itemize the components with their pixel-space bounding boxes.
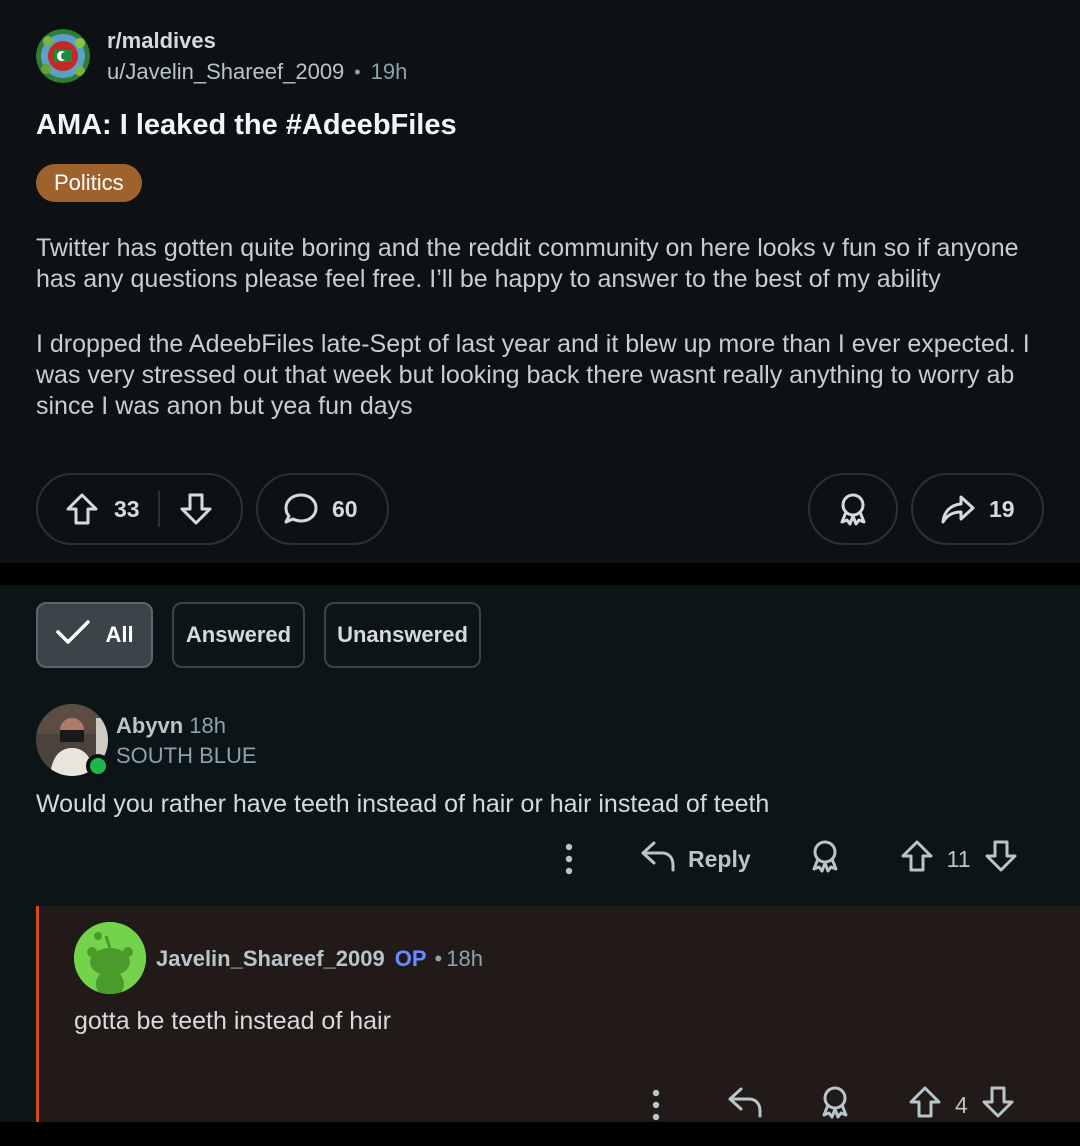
comment-meta: Abyvn 18h (116, 714, 226, 738)
filter-answered[interactable]: Answered (172, 602, 305, 668)
op-badge: OP (394, 946, 427, 971)
upvote-icon[interactable] (899, 838, 935, 880)
filter-unanswered[interactable]: Unanswered (324, 602, 481, 668)
comment-icon (282, 491, 320, 527)
comment-vote-count: 11 (946, 845, 971, 872)
online-indicator (86, 754, 110, 778)
comment-age: 18h (446, 946, 483, 971)
reply-icon (640, 839, 676, 879)
award-icon (835, 491, 871, 527)
vote-divider (157, 491, 160, 527)
meta-separator: • (434, 946, 443, 971)
reply-icon[interactable] (727, 1085, 763, 1125)
comments-button[interactable]: 60 (256, 473, 389, 545)
share-count: 19 (989, 495, 1015, 522)
comment-author[interactable]: Abyvn (116, 713, 183, 738)
meta-separator: • (354, 62, 361, 82)
upvote-icon[interactable] (64, 491, 100, 527)
subreddit-avatar[interactable] (36, 29, 90, 83)
post-body-paragraph: I dropped the AdeebFiles late-Sept of la… (36, 330, 1030, 420)
check-icon (55, 618, 91, 652)
post-card: r/maldives u/Javelin_Shareef_2009 • 19h … (0, 0, 1080, 563)
reply-button[interactable]: Reply (640, 839, 751, 879)
award-icon[interactable] (807, 838, 843, 880)
comment-author[interactable]: Javelin_Shareef_2009 (156, 947, 385, 971)
post-body: Twitter has gotten quite boring and the … (36, 233, 1036, 456)
comment-filters: All Answered Unanswered (36, 602, 500, 668)
comment-age: 18h (189, 713, 226, 738)
more-options-icon[interactable] (552, 843, 586, 875)
avatar[interactable] (74, 922, 146, 994)
reply-comment: Javelin_Shareef_2009 OP • 18h gotta be t… (36, 906, 1080, 1122)
post-vote-count: 33 (114, 495, 140, 522)
downvote-icon[interactable] (178, 491, 214, 527)
bottom-divider (0, 1122, 1080, 1146)
subreddit-name[interactable]: r/maldives (107, 29, 407, 53)
post-title: AMA: I leaked the #AdeebFiles (36, 109, 457, 141)
comment-actions: 4 (639, 1084, 1016, 1126)
award-icon[interactable] (817, 1084, 853, 1126)
comment: Abyvn 18h SOUTH BLUE Would you rather hav… (0, 690, 1080, 906)
post-body-paragraph: Twitter has gotten quite boring and the … (36, 234, 1019, 293)
comment-text: gotta be teeth instead of hair (74, 1007, 391, 1035)
more-options-icon[interactable] (639, 1089, 673, 1121)
downvote-icon[interactable] (980, 1084, 1016, 1126)
downvote-icon[interactable] (983, 838, 1019, 880)
post-author[interactable]: u/Javelin_Shareef_2009 (107, 60, 344, 84)
comment-vote-count: 4 (955, 1091, 968, 1118)
comment-text: Would you rather have teeth instead of h… (36, 790, 770, 818)
filter-all-label: All (105, 622, 134, 647)
user-flair: SOUTH BLUE (116, 743, 257, 768)
post-age: 19h (370, 59, 408, 84)
award-button[interactable] (808, 473, 898, 545)
comment-meta: Javelin_Shareef_2009 OP • 18h (156, 947, 483, 971)
post-header: r/maldives u/Javelin_Shareef_2009 • 19h (36, 29, 407, 84)
reply-label: Reply (688, 845, 751, 872)
share-button[interactable]: 19 (911, 473, 1044, 545)
post-flair[interactable]: Politics (36, 164, 142, 202)
vote-pill: 33 (36, 473, 243, 545)
section-divider (0, 563, 1080, 585)
comment-actions: Reply 11 (552, 838, 1019, 880)
comment-count: 60 (332, 495, 358, 522)
filter-all[interactable]: All (36, 602, 153, 668)
share-icon (939, 491, 977, 527)
upvote-icon[interactable] (907, 1084, 943, 1126)
